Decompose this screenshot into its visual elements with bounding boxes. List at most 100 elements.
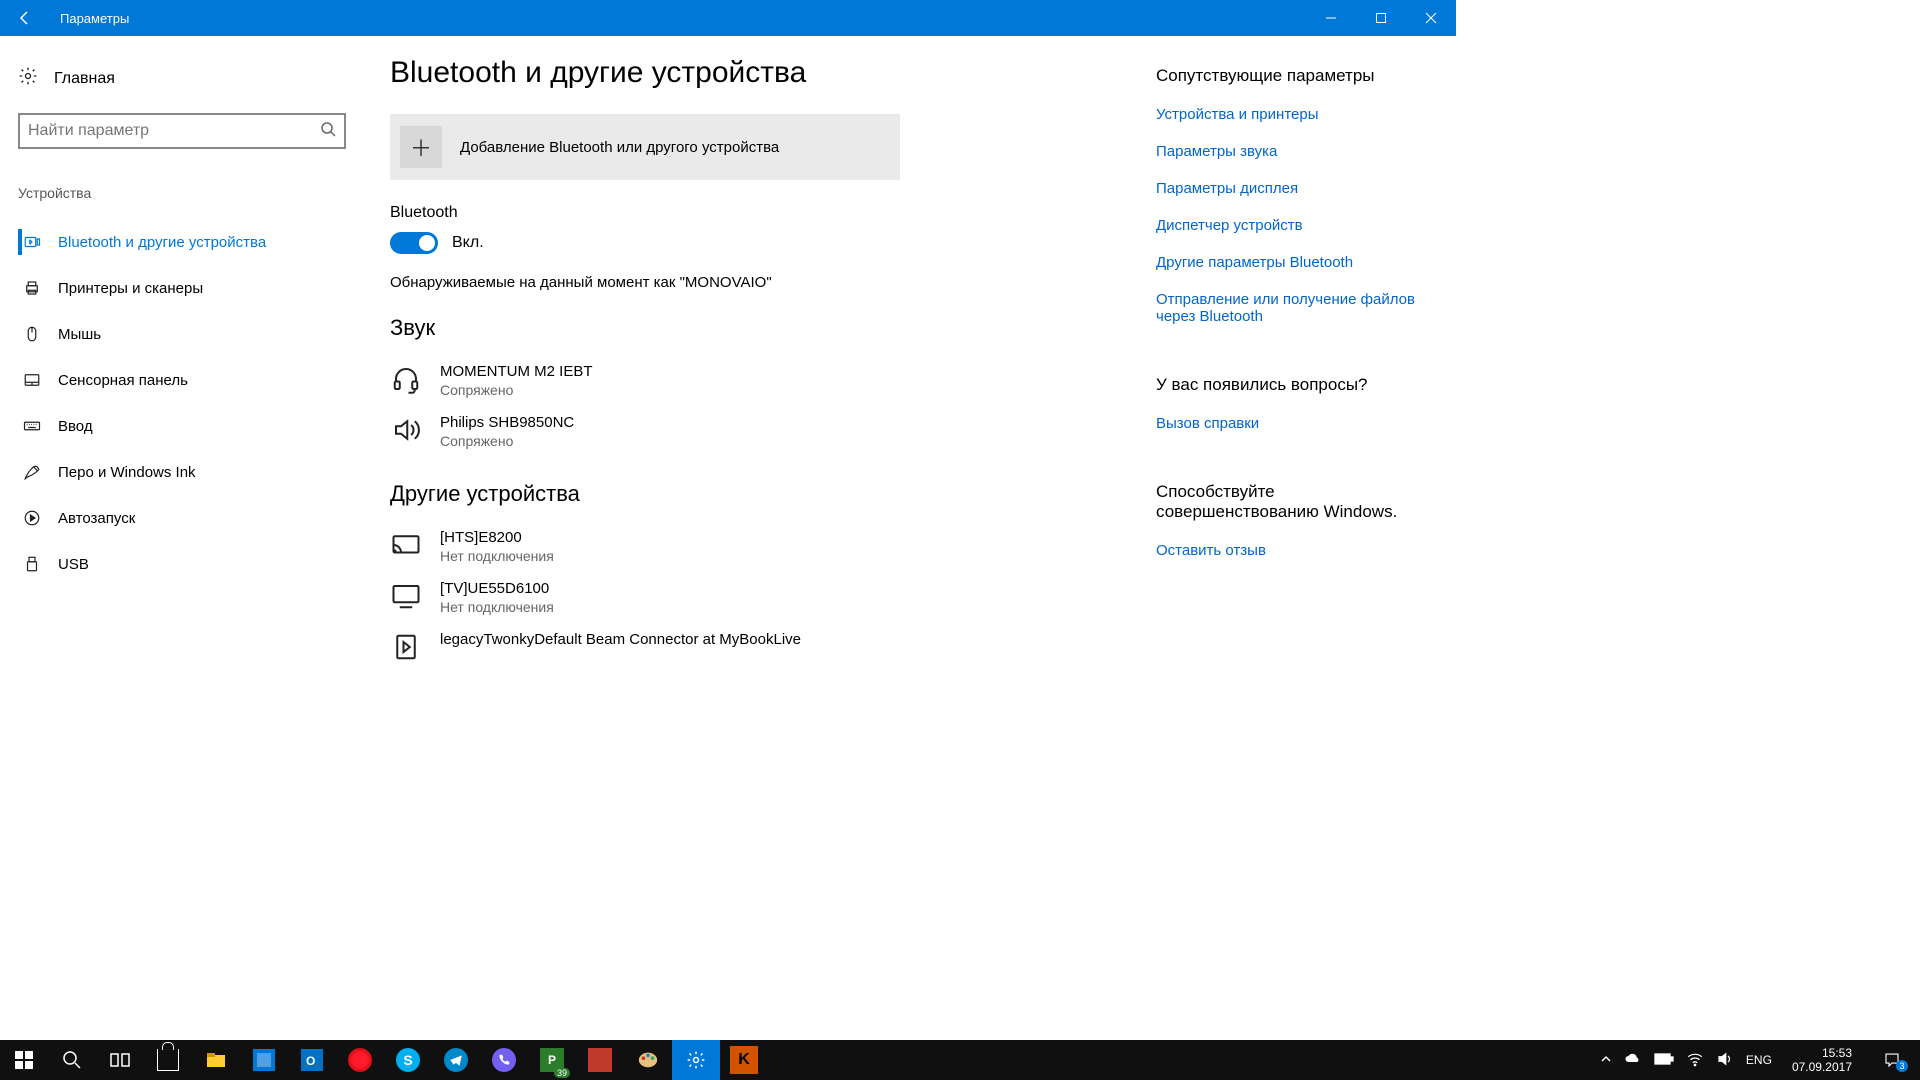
taskbar-opera[interactable] xyxy=(336,1040,384,1080)
taskbar-telegram[interactable] xyxy=(432,1040,480,1080)
sidebar-item-bluetooth[interactable]: Bluetooth и другие устройства xyxy=(0,219,370,265)
device-item[interactable]: legacyTwonkyDefault Beam Connector at My… xyxy=(390,623,900,671)
taskbar-outlook[interactable]: O xyxy=(288,1040,336,1080)
sidebar-item-touchpad[interactable]: Сенсорная панель xyxy=(0,357,370,403)
tray-wifi-icon[interactable] xyxy=(1686,1050,1704,1071)
tray-chevron-icon[interactable] xyxy=(1600,1053,1612,1068)
related-link[interactable]: Диспетчер устройств xyxy=(1156,217,1436,234)
bluetooth-toggle-label: Вкл. xyxy=(452,234,484,252)
taskbar-paint[interactable] xyxy=(624,1040,672,1080)
system-tray: ENG 15:53 07.09.2017 3 xyxy=(1600,1040,1920,1080)
sidebar-item-label: USB xyxy=(58,556,89,573)
mouse-icon xyxy=(22,325,42,343)
tray-language[interactable]: ENG xyxy=(1746,1053,1772,1067)
taskbar-app-1[interactable] xyxy=(240,1040,288,1080)
tray-volume-icon[interactable] xyxy=(1716,1050,1734,1071)
keyboard-icon xyxy=(22,417,42,435)
speaker-icon xyxy=(390,414,422,446)
device-status: Нет подключения xyxy=(440,599,554,615)
sidebar-item-typing[interactable]: Ввод xyxy=(0,403,370,449)
related-link[interactable]: Параметры звука xyxy=(1156,143,1436,160)
taskbar-store[interactable] xyxy=(144,1040,192,1080)
sidebar-item-label: Автозапуск xyxy=(58,510,135,527)
taskbar-app-red[interactable] xyxy=(576,1040,624,1080)
device-status: Сопряжено xyxy=(440,433,574,449)
search-icon xyxy=(320,121,336,142)
sidebar-item-usb[interactable]: USB xyxy=(0,541,370,587)
related-link[interactable]: Устройства и принтеры xyxy=(1156,106,1436,123)
sidebar-item-printers[interactable]: Принтеры и сканеры xyxy=(0,265,370,311)
sidebar-item-label: Принтеры и сканеры xyxy=(58,280,203,297)
page-title: Bluetooth и другие устройства xyxy=(390,56,1126,90)
action-center-button[interactable]: 3 xyxy=(1872,1040,1912,1080)
related-link[interactable]: Другие параметры Bluetooth xyxy=(1156,254,1436,271)
taskbar: O S P39 K ENG 15:53 07.09.2017 3 xyxy=(0,1040,1920,1080)
device-name: [HTS]E8200 xyxy=(440,529,554,546)
device-item[interactable]: [HTS]E8200 Нет подключения xyxy=(390,521,900,572)
sidebar-item-label: Bluetooth и другие устройства xyxy=(58,234,266,251)
search-input[interactable] xyxy=(28,122,320,140)
printer-icon xyxy=(22,279,42,297)
audio-heading: Звук xyxy=(390,315,1126,341)
device-name: [TV]UE55D6100 xyxy=(440,580,554,597)
home-label: Главная xyxy=(54,70,115,88)
svg-text:O: O xyxy=(306,1054,315,1068)
taskbar-publisher[interactable]: P39 xyxy=(528,1040,576,1080)
touchpad-icon xyxy=(22,371,42,389)
tray-clock[interactable]: 15:53 07.09.2017 xyxy=(1784,1046,1860,1075)
task-view-button[interactable] xyxy=(96,1040,144,1080)
search-input-wrapper[interactable] xyxy=(18,113,346,149)
notification-badge: 3 xyxy=(1896,1060,1908,1072)
bluetooth-toggle[interactable] xyxy=(390,232,438,254)
device-item[interactable]: Philips SHB9850NC Сопряжено xyxy=(390,406,900,457)
taskbar-kaspersky[interactable]: K xyxy=(720,1040,768,1080)
media-server-icon xyxy=(390,631,422,663)
sidebar-item-autoplay[interactable]: Автозапуск xyxy=(0,495,370,541)
other-devices-heading: Другие устройства xyxy=(390,481,1126,507)
sidebar-item-pen[interactable]: Перо и Windows Ink xyxy=(0,449,370,495)
autoplay-icon xyxy=(22,509,42,527)
device-name: legacyTwonkyDefault Beam Connector at My… xyxy=(440,631,801,648)
sidebar-item-mouse[interactable]: Мышь xyxy=(0,311,370,357)
related-heading: Сопутствующие параметры xyxy=(1156,66,1436,86)
plus-icon: ＋ xyxy=(400,126,442,168)
window-title: Параметры xyxy=(50,11,129,26)
minimize-button[interactable] xyxy=(1306,0,1356,36)
device-item[interactable]: [TV]UE55D6100 Нет подключения xyxy=(390,572,900,623)
tray-battery-icon[interactable] xyxy=(1654,1052,1674,1069)
monitor-icon xyxy=(390,580,422,612)
taskbar-skype[interactable]: S xyxy=(384,1040,432,1080)
help-heading: У вас появились вопросы? xyxy=(1156,375,1436,395)
feedback-heading: Способствуйтесовершенствованию Windows. xyxy=(1156,482,1436,522)
related-link[interactable]: Параметры дисплея xyxy=(1156,180,1436,197)
related-panel: Сопутствующие параметры Устройства и при… xyxy=(1156,36,1456,776)
tray-onedrive-icon[interactable] xyxy=(1624,1050,1642,1071)
taskbar-explorer[interactable] xyxy=(192,1040,240,1080)
help-link[interactable]: Вызов справки xyxy=(1156,415,1436,432)
main-content: Bluetooth и другие устройства ＋ Добавлен… xyxy=(370,36,1156,776)
pen-icon xyxy=(22,463,42,481)
app-badge: 39 xyxy=(554,1068,570,1078)
back-button[interactable] xyxy=(0,0,50,36)
sidebar: Главная Устройства Bluetooth и другие ус… xyxy=(0,36,370,776)
bluetooth-icon xyxy=(22,233,42,251)
home-link[interactable]: Главная xyxy=(18,66,352,91)
taskbar-settings[interactable] xyxy=(672,1040,720,1080)
sidebar-item-label: Мышь xyxy=(58,326,101,343)
taskbar-search-button[interactable] xyxy=(48,1040,96,1080)
add-device-button[interactable]: ＋ Добавление Bluetooth или другого устро… xyxy=(390,114,900,180)
device-status: Нет подключения xyxy=(440,548,554,564)
maximize-button[interactable] xyxy=(1356,0,1406,36)
start-button[interactable] xyxy=(0,1040,48,1080)
taskbar-viber[interactable] xyxy=(480,1040,528,1080)
add-device-label: Добавление Bluetooth или другого устройс… xyxy=(460,139,779,156)
feedback-link[interactable]: Оставить отзыв xyxy=(1156,542,1436,559)
sidebar-item-label: Ввод xyxy=(58,418,93,435)
device-item[interactable]: MOMENTUM M2 IEBT Сопряжено xyxy=(390,355,900,406)
related-link[interactable]: Отправление или получение файлов через B… xyxy=(1156,291,1436,325)
close-button[interactable] xyxy=(1406,0,1456,36)
sidebar-item-label: Перо и Windows Ink xyxy=(58,464,196,481)
sidebar-group-label: Устройства xyxy=(18,185,352,201)
usb-icon xyxy=(22,555,42,573)
device-cast-icon xyxy=(390,529,422,561)
